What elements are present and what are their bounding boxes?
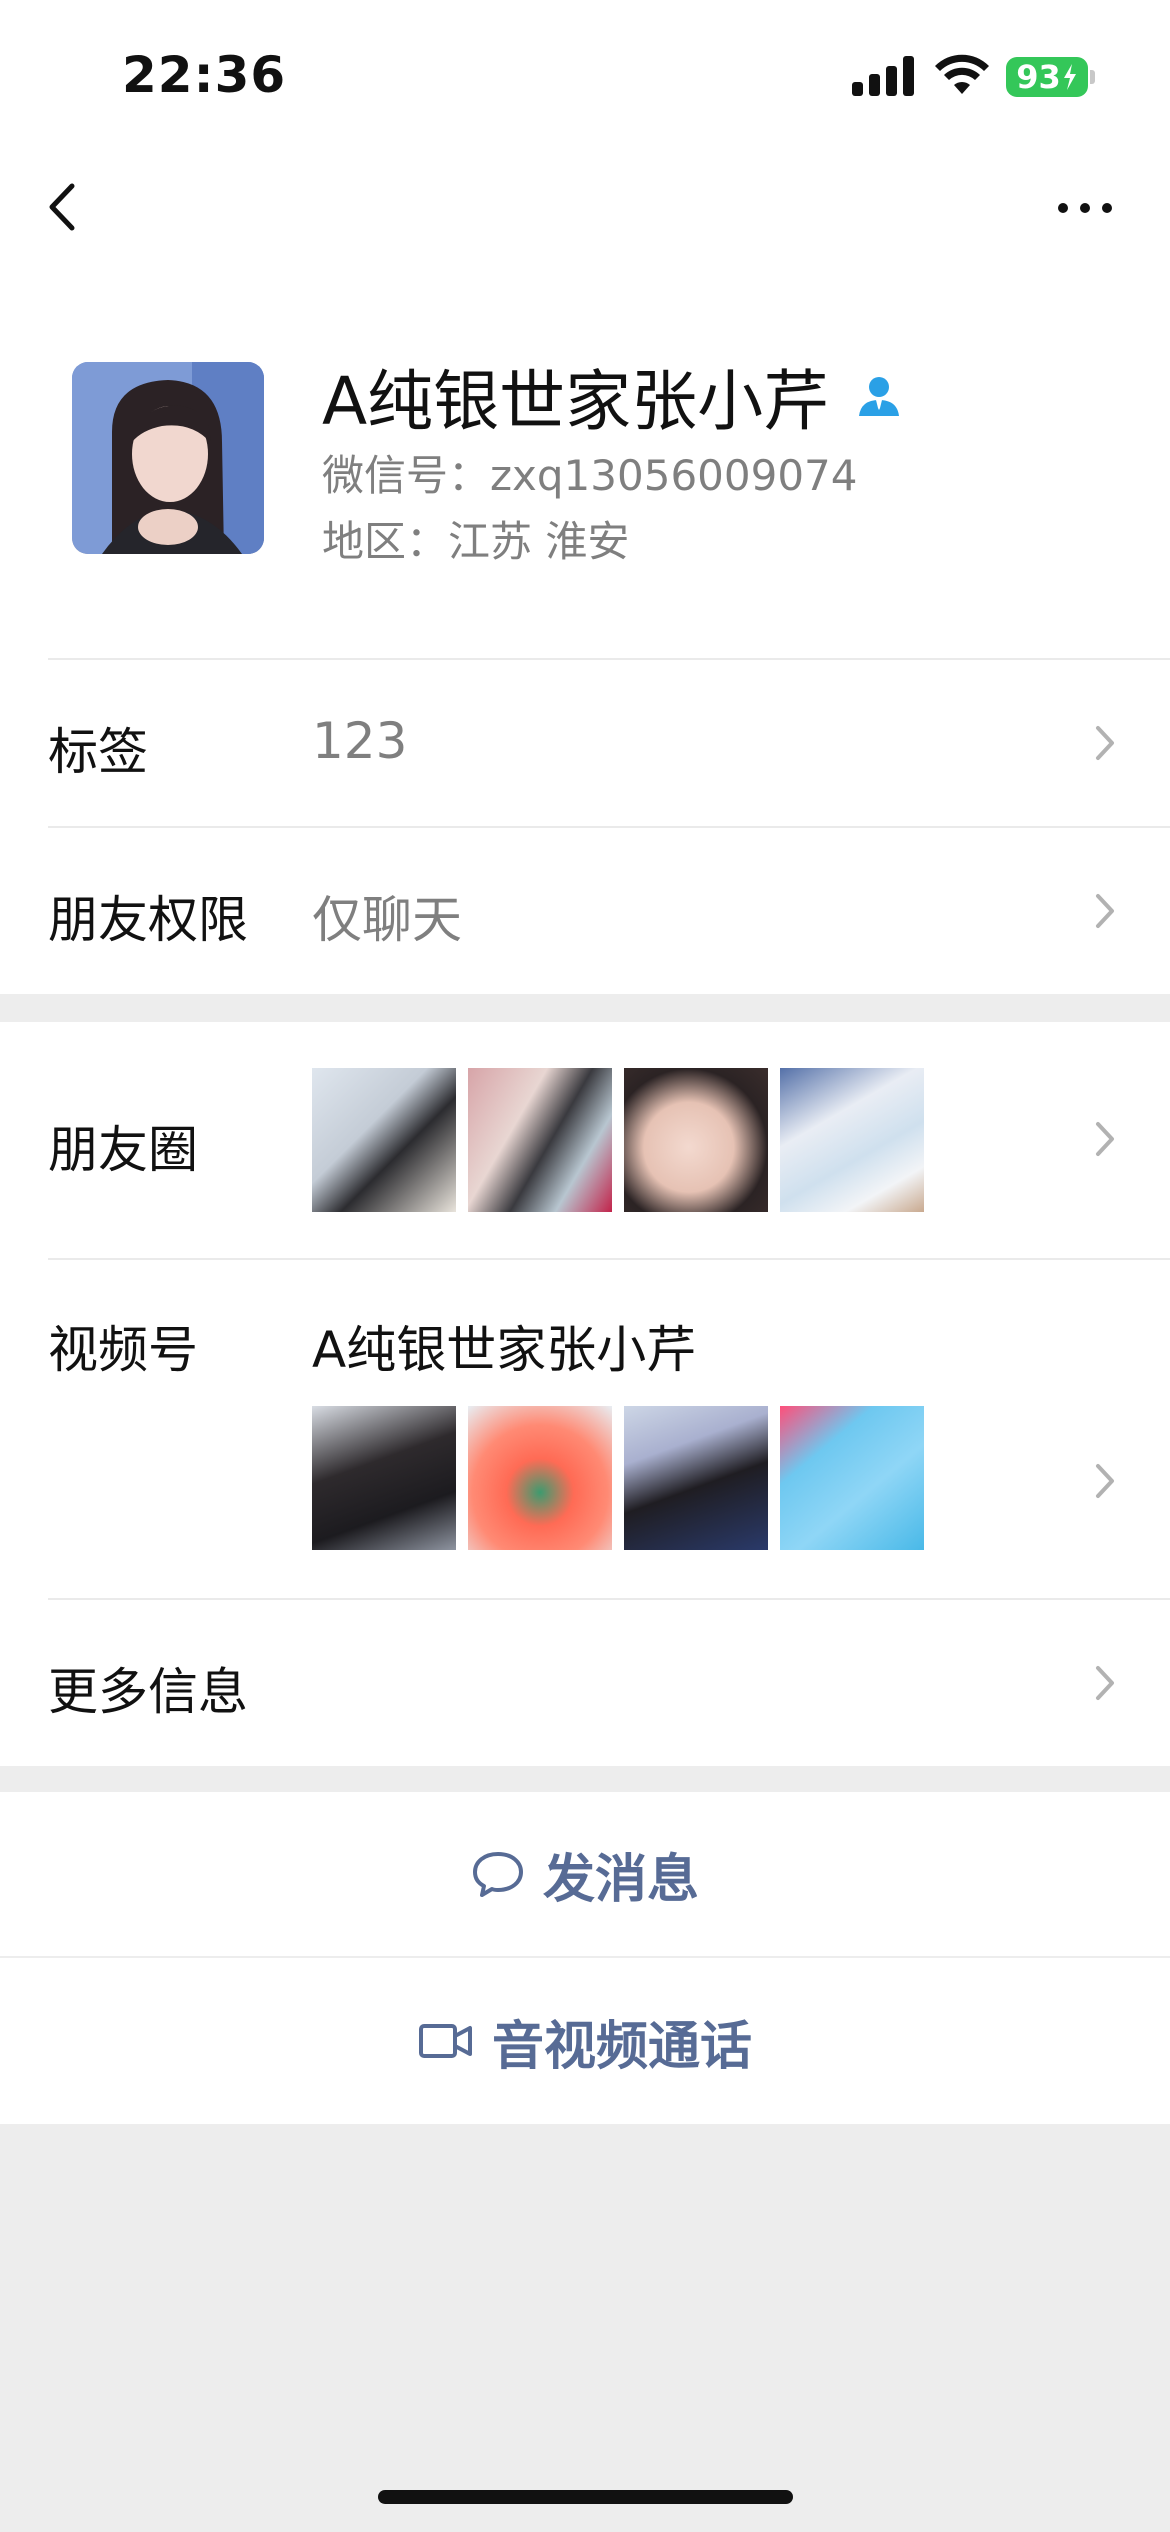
chat-bubble-icon: [472, 1852, 523, 1897]
av-call-label: 音视频通话: [491, 2016, 752, 2077]
row-more-info[interactable]: 更多信息: [48, 1598, 1170, 1766]
tags-label: 标签: [48, 723, 148, 781]
chevron-right-icon: [1096, 1464, 1114, 1498]
moments-photo: [468, 1068, 612, 1212]
permission-label: 朋友权限: [48, 891, 248, 949]
more-info-label: 更多信息: [48, 1663, 248, 1721]
status-time: 22:36: [122, 46, 287, 104]
section-settings: 标签 123 朋友权限 仅聊天: [0, 658, 1170, 994]
channels-name: A纯银世家张小芹: [312, 1321, 697, 1379]
wifi-icon: [935, 54, 989, 94]
moments-photo: [624, 1068, 768, 1212]
moments-thumbnails: [312, 1068, 924, 1212]
channels-video: [780, 1406, 924, 1550]
back-icon[interactable]: [36, 174, 96, 240]
section-content: 朋友圈 视频号 A纯银世家张小芹 更多信息: [0, 1022, 1170, 1766]
contact-name: A纯银世家张小芹: [322, 363, 830, 440]
video-camera-icon: [418, 2024, 472, 2058]
av-call-button[interactable]: 音视频通话: [0, 1958, 1170, 2124]
tags-value: 123: [312, 712, 408, 770]
battery-level: 93: [1016, 58, 1061, 96]
avatar[interactable]: [72, 362, 264, 554]
signal-icon: [852, 56, 914, 96]
nav-bar: [0, 150, 1170, 270]
moments-label: 朋友圈: [48, 1121, 198, 1179]
profile-header: A纯银世家张小芹 微信号：zxq13056009074 地区：江苏 淮安: [0, 270, 1170, 660]
send-message-button[interactable]: 发消息: [0, 1792, 1170, 1956]
wechat-id: 微信号：zxq13056009074: [322, 451, 858, 500]
row-channels[interactable]: 视频号 A纯银世家张小芹: [48, 1258, 1170, 1598]
moments-photo: [780, 1068, 924, 1212]
channels-video: [312, 1406, 456, 1550]
battery-icon: 93: [1006, 57, 1088, 97]
chevron-right-icon: [1096, 726, 1114, 760]
verified-user-icon: [859, 377, 900, 416]
row-tags[interactable]: 标签 123: [48, 658, 1170, 826]
region: 地区：江苏 淮安: [322, 517, 630, 566]
chevron-right-icon: [1096, 894, 1114, 928]
status-bar: 22:36 93: [0, 0, 1170, 150]
more-icon[interactable]: [1050, 178, 1120, 238]
permission-value: 仅聊天: [312, 891, 462, 949]
channels-video: [624, 1406, 768, 1550]
home-indicator[interactable]: [378, 2490, 793, 2504]
battery-tip: [1090, 70, 1095, 84]
row-moments[interactable]: 朋友圈: [48, 1022, 1170, 1258]
chevron-right-icon: [1096, 1122, 1114, 1156]
row-friend-permission[interactable]: 朋友权限 仅聊天: [48, 826, 1170, 994]
chevron-right-icon: [1096, 1666, 1114, 1700]
send-message-label: 发消息: [542, 1849, 699, 1910]
moments-photo: [312, 1068, 456, 1212]
channels-video: [468, 1406, 612, 1550]
channels-thumbnails: [312, 1406, 924, 1550]
channels-label: 视频号: [48, 1321, 198, 1379]
